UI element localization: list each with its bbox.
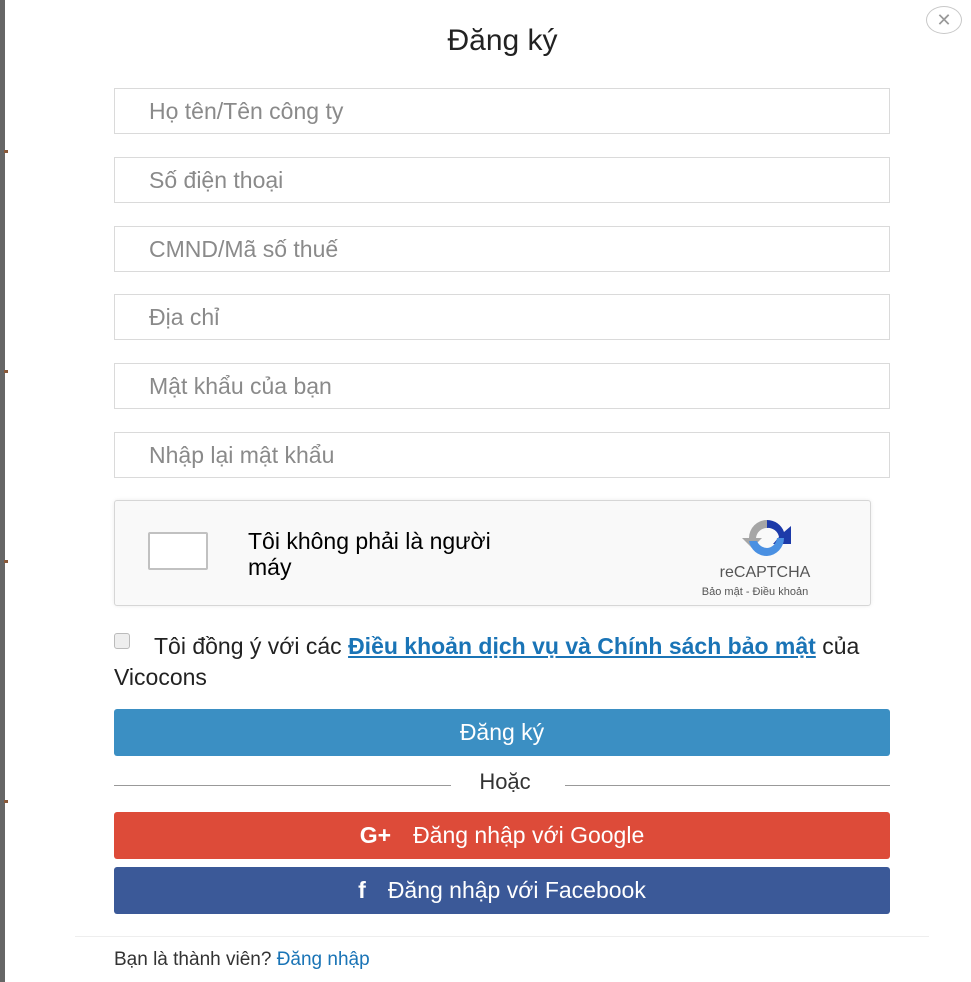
edge-mark xyxy=(4,800,8,803)
login-link[interactable]: Đăng nhập xyxy=(277,949,370,970)
recaptcha-label: Tôi không phải là người máy xyxy=(248,528,491,580)
phone-field[interactable] xyxy=(114,157,890,203)
edge-mark xyxy=(4,560,8,563)
footer-divider xyxy=(75,936,929,937)
recaptcha-widget: Tôi không phải là người máy reCAPTCHA Bả… xyxy=(114,500,871,606)
password-field[interactable] xyxy=(114,363,890,409)
or-label: Hoặc xyxy=(479,769,531,794)
confirm-password-field[interactable] xyxy=(114,432,890,478)
recaptcha-brand: reCAPTCHA xyxy=(719,564,811,581)
facebook-login-label: Đăng nhập với Facebook xyxy=(387,877,646,903)
terms-text: Tôi đồng ý với các Điều khoản dịch vụ và… xyxy=(114,631,904,693)
dialog-title: Đăng ký xyxy=(447,24,558,57)
google-plus-icon: G+ xyxy=(359,822,392,848)
google-login-button[interactable]: G+ Đăng nhập với Google xyxy=(114,812,890,859)
address-field[interactable] xyxy=(114,294,890,340)
id-tax-field[interactable] xyxy=(114,226,890,272)
facebook-icon: f xyxy=(358,877,366,903)
divider-left xyxy=(114,785,451,786)
name-company-field[interactable] xyxy=(114,88,890,134)
divider-right xyxy=(565,785,890,786)
edge-mark xyxy=(4,150,8,153)
google-login-label: Đăng nhập với Google xyxy=(413,822,645,848)
edge-mark xyxy=(4,370,8,373)
recaptcha-checkbox[interactable] xyxy=(148,532,208,570)
facebook-login-button[interactable]: f Đăng nhập với Facebook xyxy=(114,867,890,914)
recaptcha-logo-icon xyxy=(742,520,791,557)
register-button[interactable]: Đăng ký xyxy=(114,709,890,756)
recaptcha-links[interactable]: Bảo mật - Điều khoản xyxy=(635,586,875,598)
terms-prefix: Tôi đồng ý với các xyxy=(154,633,349,659)
footer-text: Bạn là thành viên? xyxy=(114,949,277,970)
page-left-edge xyxy=(0,0,5,982)
footer: Bạn là thành viên? Đăng nhập xyxy=(114,949,370,971)
terms-link[interactable]: Điều khoản dịch vụ và Chính sách bảo mật xyxy=(348,633,816,659)
